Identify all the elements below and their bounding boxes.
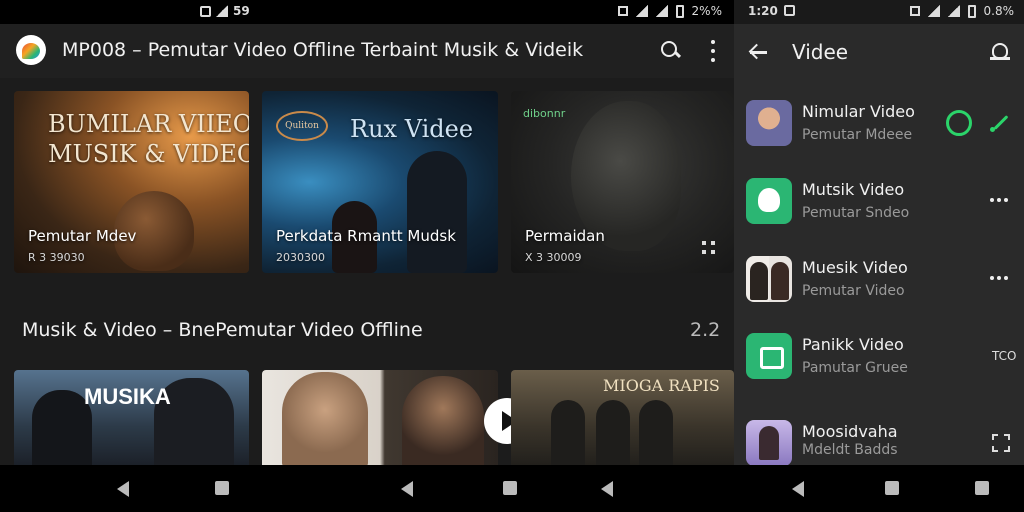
item-thumbnail	[746, 333, 792, 379]
card-caption: Permaidan	[525, 227, 605, 245]
home-nav-icon[interactable]	[885, 481, 899, 495]
item-title: Mutsik Video	[802, 180, 905, 199]
status-left-text: 59	[233, 4, 250, 18]
dnd-icon	[909, 6, 920, 16]
account-icon[interactable]	[990, 42, 1010, 62]
notification-icon	[784, 5, 795, 16]
item-title: Panikk Video	[802, 335, 904, 354]
panel-status-right: 0.8%	[909, 4, 1015, 18]
video-card[interactable]	[262, 370, 498, 465]
item-thumbnail	[746, 420, 792, 465]
list-item[interactable]: Panikk Video Pamutar Gruee TCO	[734, 333, 1024, 409]
main-app-pane: 59 2%% MP008 – Pemutar Video Offline Ter…	[0, 0, 734, 465]
notification-icon	[200, 5, 211, 17]
card-brand: dibonnr	[523, 107, 566, 120]
item-subtitle: Pemutar Mdeee	[802, 127, 913, 143]
more-icon[interactable]	[990, 198, 1008, 202]
video-card[interactable]: dibonnr Permaidan X 3 30009	[511, 91, 734, 273]
item-thumbnail	[746, 100, 792, 146]
signal-icon	[655, 5, 668, 17]
video-card[interactable]: MUSIKA	[14, 370, 249, 465]
item-subtitle: Pemutar Sndeo	[802, 205, 910, 221]
signal-icon	[947, 5, 960, 17]
app-logo-icon	[16, 35, 46, 65]
battery-icon	[675, 4, 684, 18]
wifi-icon	[927, 5, 940, 17]
item-title: Muesik Video	[802, 258, 908, 277]
card-overlay-title: Rux Videe	[350, 115, 474, 143]
item-trailing-text: TCO	[992, 349, 1017, 363]
thumbnail-art	[402, 376, 484, 465]
search-icon[interactable]	[660, 40, 682, 62]
more-options-icon[interactable]	[708, 40, 718, 62]
more-icon[interactable]	[990, 276, 1008, 280]
edit-icon[interactable]	[990, 112, 1010, 132]
status-right: 2%%	[617, 4, 722, 18]
side-panel: 1:20 0.8% Videe Nimular Video Pemutar Md…	[734, 0, 1024, 465]
video-card[interactable]: MIOGA RAPIS	[511, 370, 734, 465]
item-thumbnail	[746, 256, 792, 302]
thumbnail-art	[551, 400, 585, 465]
list-item[interactable]: Muesik Video Pemutar Video	[734, 256, 1024, 332]
thumbnail-art	[639, 400, 673, 465]
system-nav-bar	[0, 465, 1024, 512]
panel-header: Videe	[734, 24, 1024, 80]
battery-icon	[967, 4, 976, 18]
card-sub: R 3 39030	[28, 251, 85, 264]
status-time: 1:20	[748, 4, 778, 18]
section-title: Musik & Video – BnePemutar Video Offline	[22, 319, 423, 341]
list-item[interactable]: Mutsik Video Pemutar Sndeo	[734, 178, 1024, 254]
item-title: Nimular Video	[802, 102, 915, 121]
grid-icon[interactable]	[702, 241, 716, 255]
item-subtitle: Pamutar Gruee	[802, 360, 908, 376]
sim-icon	[216, 5, 228, 17]
card-overlay-title: BUMILAR VIIEO MUSIK & VIDEO	[48, 110, 249, 168]
back-nav-icon[interactable]	[601, 481, 613, 497]
panel-title: Videe	[792, 40, 849, 64]
back-nav-icon[interactable]	[117, 481, 129, 497]
thumbnail-art	[282, 372, 368, 465]
record-icon[interactable]	[946, 110, 972, 136]
back-nav-icon[interactable]	[792, 481, 804, 497]
card-sub: 2030300	[276, 251, 325, 264]
panel-status-bar: 1:20 0.8%	[734, 0, 1024, 24]
app-bar: MP008 – Pemutar Video Offline Terbaint M…	[0, 24, 734, 78]
section-count: 2.2	[690, 319, 721, 341]
item-subtitle: Pemutar Video	[802, 283, 905, 299]
list-item[interactable]: Moosidvaha Mdeldt Badds	[734, 420, 1024, 465]
card-overlay-title: MUSIKA	[84, 384, 171, 409]
thumbnail-art	[596, 400, 630, 465]
status-bar: 59 2%%	[0, 0, 734, 24]
battery-text: 0.8%	[983, 4, 1015, 18]
recents-nav-icon[interactable]	[975, 481, 989, 495]
card-overlay-title: MIOGA RAPIS	[603, 376, 720, 395]
back-arrow-icon[interactable]	[748, 42, 768, 62]
back-nav-icon[interactable]	[401, 481, 413, 497]
battery-text: 2%%	[691, 4, 722, 18]
card-caption: Perkdata Rmantt Mudsk	[276, 227, 456, 245]
select-icon[interactable]	[992, 434, 1010, 452]
video-card[interactable]: Quliton Rux Videe Perkdata Rmantt Mudsk …	[262, 91, 498, 273]
thumbnail-art	[32, 390, 92, 465]
card-sub: X 3 30009	[525, 251, 582, 264]
dnd-icon	[617, 6, 628, 16]
item-thumbnail	[746, 178, 792, 224]
card-caption: Pemutar Mdev	[28, 227, 137, 245]
app-title: MP008 – Pemutar Video Offline Terbaint M…	[62, 39, 584, 61]
card-brand: Quliton	[276, 111, 328, 141]
video-card[interactable]: BUMILAR VIIEO MUSIK & VIDEO Pemutar Mdev…	[14, 91, 249, 273]
home-nav-icon[interactable]	[215, 481, 229, 495]
item-title: Moosidvaha	[802, 422, 898, 441]
wifi-icon	[635, 5, 648, 17]
home-nav-icon[interactable]	[503, 481, 517, 495]
list-item[interactable]: Nimular Video Pemutar Mdeee	[734, 100, 1024, 176]
item-subtitle: Mdeldt Badds	[802, 442, 898, 458]
status-left: 59	[200, 4, 250, 18]
thumbnail-art	[407, 151, 467, 273]
